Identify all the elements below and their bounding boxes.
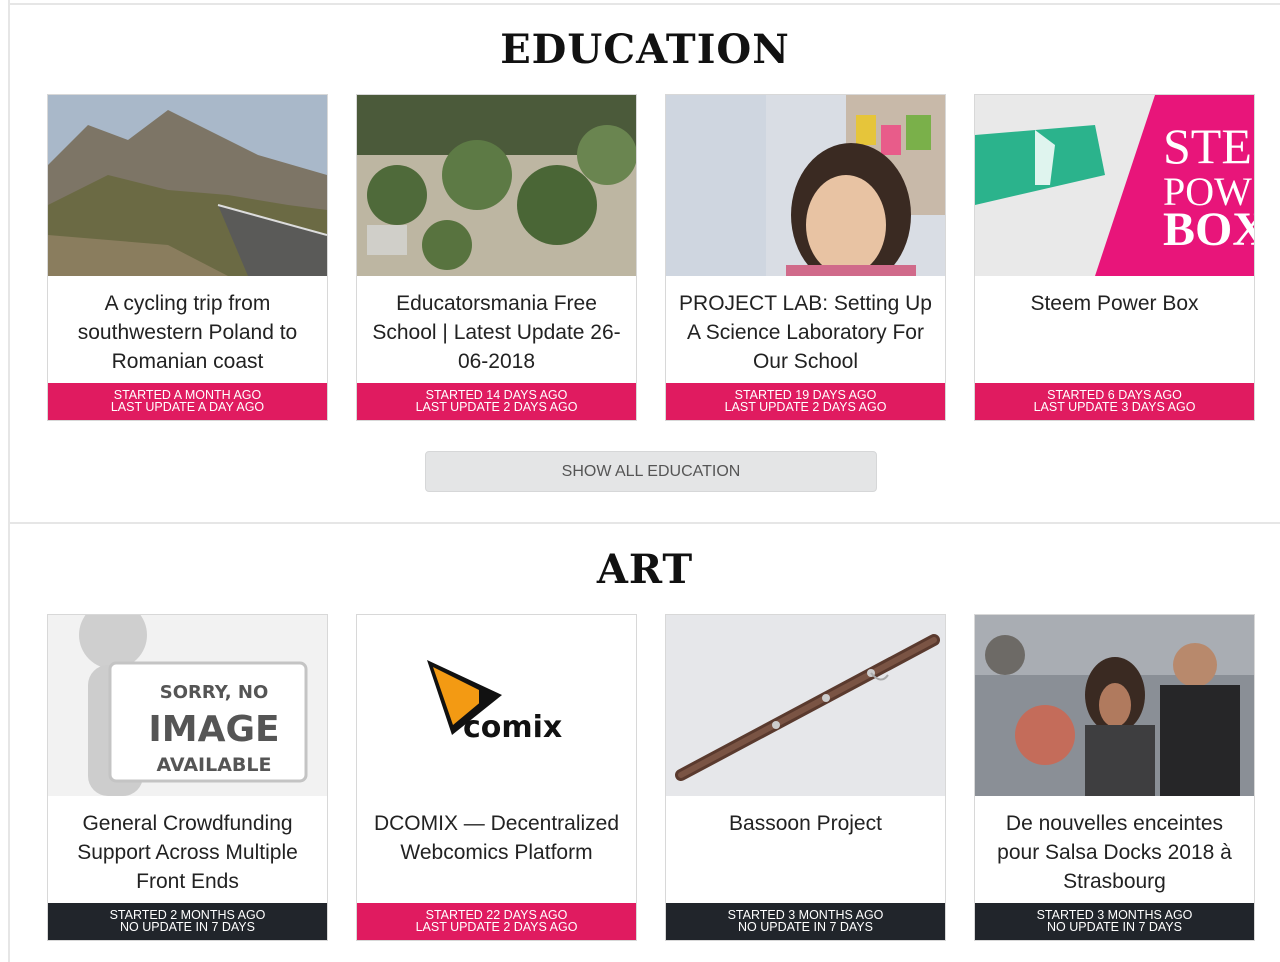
project-title[interactable]: Educatorsmania Free School | Latest Upda… bbox=[369, 289, 624, 376]
project-card[interactable]: STE POW BOX Steem Power Box STARTED 6 DA… bbox=[974, 94, 1255, 421]
update-label: NO UPDATE IN 7 DAYS bbox=[1047, 920, 1182, 934]
image-text: IMAGE bbox=[148, 709, 279, 750]
update-label: NO UPDATE IN 7 DAYS bbox=[738, 920, 873, 934]
project-title[interactable]: DCOMIX — Decentralized Webcomics Platfor… bbox=[369, 809, 624, 867]
project-title[interactable]: Steem Power Box bbox=[987, 289, 1242, 318]
project-status-bar: STARTED 6 DAYS AGO LAST UPDATE 3 DAYS AG… bbox=[975, 383, 1254, 420]
update-label: LAST UPDATE 2 DAYS AGO bbox=[724, 400, 887, 414]
project-card[interactable]: PROJECT LAB: Setting Up A Science Labora… bbox=[665, 94, 946, 421]
left-border bbox=[8, 0, 10, 962]
top-divider bbox=[10, 3, 1280, 5]
project-card[interactable]: A cycling trip from southwestern Poland … bbox=[47, 94, 328, 421]
project-thumbnail[interactable] bbox=[666, 615, 945, 796]
project-thumbnail[interactable] bbox=[975, 615, 1254, 796]
section-divider bbox=[10, 522, 1280, 524]
project-status-bar: STARTED A MONTH AGO LAST UPDATE A DAY AG… bbox=[48, 383, 327, 420]
project-status-bar: STARTED 3 MONTHS AGO NO UPDATE IN 7 DAYS bbox=[975, 903, 1254, 940]
education-card-grid: A cycling trip from southwestern Poland … bbox=[47, 94, 1257, 421]
project-title[interactable]: PROJECT LAB: Setting Up A Science Labora… bbox=[678, 289, 933, 376]
project-card[interactable]: Bassoon Project STARTED 3 MONTHS AGO NO … bbox=[665, 614, 946, 941]
project-status-bar: STARTED 14 DAYS AGO LAST UPDATE 2 DAYS A… bbox=[357, 383, 636, 420]
project-card[interactable]: Educatorsmania Free School | Latest Upda… bbox=[356, 94, 637, 421]
image-text: comix bbox=[463, 710, 562, 745]
project-status-bar: STARTED 22 DAYS AGO LAST UPDATE 2 DAYS A… bbox=[357, 903, 636, 940]
image-text: STE bbox=[1163, 118, 1252, 174]
project-thumbnail[interactable] bbox=[357, 95, 636, 276]
project-card[interactable]: comix DCOMIX — Decentralized Webcomics P… bbox=[356, 614, 637, 941]
project-thumbnail[interactable] bbox=[48, 95, 327, 276]
project-thumbnail[interactable]: STE POW BOX bbox=[975, 95, 1254, 276]
update-label: LAST UPDATE 2 DAYS AGO bbox=[415, 920, 578, 934]
art-card-grid: SORRY, NO IMAGE AVAILABLE General Crowdf… bbox=[47, 614, 1257, 941]
project-thumbnail[interactable]: comix bbox=[357, 615, 636, 796]
project-status-bar: STARTED 3 MONTHS AGO NO UPDATE IN 7 DAYS bbox=[666, 903, 945, 940]
project-thumbnail[interactable]: SORRY, NO IMAGE AVAILABLE bbox=[48, 615, 327, 796]
image-text: BOX bbox=[1163, 203, 1254, 256]
section-title-art: ART bbox=[596, 546, 694, 593]
image-text: SORRY, NO bbox=[160, 682, 269, 703]
update-label: LAST UPDATE 2 DAYS AGO bbox=[415, 400, 578, 414]
project-status-bar: STARTED 2 MONTHS AGO NO UPDATE IN 7 DAYS bbox=[48, 903, 327, 940]
project-status-bar: STARTED 19 DAYS AGO LAST UPDATE 2 DAYS A… bbox=[666, 383, 945, 420]
image-text: AVAILABLE bbox=[157, 754, 272, 776]
project-card[interactable]: De nouvelles enceintes pour Salsa Docks … bbox=[974, 614, 1255, 941]
project-title[interactable]: De nouvelles enceintes pour Salsa Docks … bbox=[987, 809, 1242, 896]
update-label: NO UPDATE IN 7 DAYS bbox=[120, 920, 255, 934]
update-label: LAST UPDATE 3 DAYS AGO bbox=[1033, 400, 1196, 414]
project-thumbnail[interactable] bbox=[666, 95, 945, 276]
project-card[interactable]: SORRY, NO IMAGE AVAILABLE General Crowdf… bbox=[47, 614, 328, 941]
project-title[interactable]: Bassoon Project bbox=[678, 809, 933, 838]
project-title[interactable]: General Crowdfunding Support Across Mult… bbox=[60, 809, 315, 896]
project-title[interactable]: A cycling trip from southwestern Poland … bbox=[60, 289, 315, 376]
section-title-education: EDUCATION bbox=[500, 26, 790, 73]
update-label: LAST UPDATE A DAY AGO bbox=[110, 400, 265, 414]
show-all-education-button[interactable]: SHOW ALL EDUCATION bbox=[425, 451, 877, 492]
